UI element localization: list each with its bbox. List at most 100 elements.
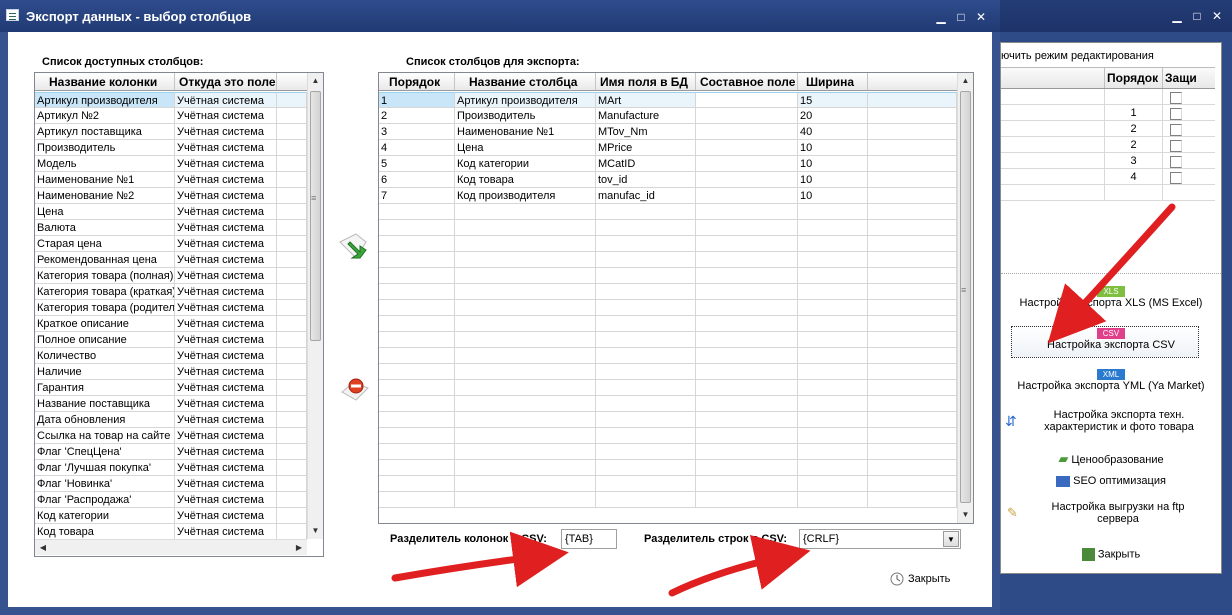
cell-composite[interactable] bbox=[696, 140, 798, 156]
close-icon[interactable]: ✕ bbox=[1210, 10, 1224, 22]
scroll-right-icon[interactable]: ▶ bbox=[291, 540, 307, 556]
cell-width[interactable] bbox=[798, 252, 868, 268]
cell-width[interactable] bbox=[798, 220, 868, 236]
cell-width[interactable] bbox=[798, 428, 868, 444]
add-column-button[interactable] bbox=[336, 228, 372, 264]
table-row[interactable]: Количество Учётная система bbox=[35, 348, 307, 364]
table-row[interactable]: Гарантия Учётная система bbox=[35, 380, 307, 396]
cell-composite[interactable] bbox=[696, 460, 798, 476]
table-row[interactable] bbox=[379, 220, 957, 236]
table-row[interactable] bbox=[379, 460, 957, 476]
cell-composite[interactable] bbox=[696, 172, 798, 188]
cell-width[interactable]: 20 bbox=[798, 108, 868, 124]
table-row[interactable] bbox=[379, 236, 957, 252]
table-row[interactable] bbox=[379, 396, 957, 412]
cell-width[interactable] bbox=[798, 412, 868, 428]
cell-width[interactable] bbox=[798, 204, 868, 220]
cell-composite[interactable] bbox=[696, 156, 798, 172]
protect-checkbox[interactable] bbox=[1170, 156, 1182, 168]
table-row[interactable]: Ссылка на товар на сайте Учётная система bbox=[35, 428, 307, 444]
table-row[interactable]: Название поставщика Учётная система bbox=[35, 396, 307, 412]
table-row[interactable] bbox=[379, 332, 957, 348]
cell-width[interactable]: 10 bbox=[798, 140, 868, 156]
cell-composite[interactable] bbox=[696, 252, 798, 268]
table-row[interactable]: Полное описание Учётная система bbox=[35, 332, 307, 348]
table-row[interactable]: 7 Код производителя manufac_id 10 bbox=[379, 188, 957, 204]
table-row[interactable]: 1 bbox=[1001, 105, 1215, 121]
minimize-icon[interactable]: ▁ bbox=[934, 11, 948, 23]
column-header-width[interactable]: Ширина bbox=[798, 73, 868, 90]
cell-width[interactable] bbox=[798, 396, 868, 412]
cell-composite[interactable] bbox=[696, 220, 798, 236]
grid-header-protect[interactable]: Защи bbox=[1163, 68, 1197, 88]
column-separator-input[interactable]: {TAB} bbox=[561, 529, 617, 549]
table-row[interactable] bbox=[379, 252, 957, 268]
cell-width[interactable] bbox=[798, 268, 868, 284]
cell-width[interactable] bbox=[798, 348, 868, 364]
close-icon[interactable]: ✕ bbox=[974, 11, 988, 23]
protect-checkbox[interactable] bbox=[1170, 124, 1182, 136]
cell-composite[interactable] bbox=[696, 396, 798, 412]
table-row[interactable]: 1 Артикул производителя MArt 15 bbox=[379, 92, 957, 108]
scroll-left-icon[interactable]: ◀ bbox=[35, 540, 51, 556]
pricing-item[interactable]: ▰ Ценообразование bbox=[1001, 451, 1221, 467]
chevron-down-icon[interactable]: ▼ bbox=[943, 531, 959, 547]
scroll-thumb[interactable] bbox=[310, 91, 321, 341]
cell-width[interactable] bbox=[798, 316, 868, 332]
cell-width[interactable] bbox=[798, 444, 868, 460]
table-row[interactable]: Артикул №2 Учётная система bbox=[35, 108, 307, 124]
table-row[interactable] bbox=[379, 300, 957, 316]
table-row[interactable]: 4 Цена MPrice 10 bbox=[379, 140, 957, 156]
cell-composite[interactable] bbox=[696, 444, 798, 460]
table-row[interactable] bbox=[379, 204, 957, 220]
bg-close-item[interactable]: Закрыть bbox=[1001, 548, 1221, 561]
table-row[interactable]: Наличие Учётная система bbox=[35, 364, 307, 380]
table-row[interactable]: 2 bbox=[1001, 137, 1215, 153]
cell-width[interactable]: 15 bbox=[798, 92, 868, 108]
cell-composite[interactable] bbox=[696, 300, 798, 316]
table-row[interactable] bbox=[379, 492, 957, 508]
cell-width[interactable] bbox=[798, 460, 868, 476]
table-row[interactable]: 3 Наименование №1 MTov_Nm 40 bbox=[379, 124, 957, 140]
table-row[interactable]: 6 Код товара tov_id 10 bbox=[379, 172, 957, 188]
cell-composite[interactable] bbox=[696, 412, 798, 428]
table-row[interactable]: Цена Учётная система bbox=[35, 204, 307, 220]
scroll-up-icon[interactable]: ▲ bbox=[308, 73, 323, 89]
scroll-down-icon[interactable]: ▼ bbox=[958, 507, 973, 523]
scroll-thumb[interactable] bbox=[960, 91, 971, 503]
column-header-title[interactable]: Название столбца bbox=[455, 73, 596, 90]
ftp-item[interactable]: ✎ Настройка выгрузки на ftp сервера bbox=[1001, 501, 1221, 525]
cell-width[interactable] bbox=[798, 236, 868, 252]
column-header-source[interactable]: Откуда это поле bbox=[175, 73, 277, 90]
table-row[interactable]: Валюта Учётная система bbox=[35, 220, 307, 236]
table-row[interactable]: 4 bbox=[1001, 169, 1215, 185]
table-row[interactable]: Модель Учётная система bbox=[35, 156, 307, 172]
table-row[interactable] bbox=[379, 284, 957, 300]
table-row[interactable] bbox=[379, 428, 957, 444]
table-row[interactable]: Наименование №2 Учётная система bbox=[35, 188, 307, 204]
available-vertical-scrollbar[interactable]: ▲ ≡ ▼ bbox=[307, 73, 323, 539]
export-columns-grid[interactable]: Порядок Название столбца Имя поля в БД С… bbox=[378, 72, 974, 524]
cell-width[interactable] bbox=[798, 332, 868, 348]
table-row[interactable]: 2 Производитель Manufacture 20 bbox=[379, 108, 957, 124]
table-row[interactable] bbox=[379, 412, 957, 428]
cell-composite[interactable] bbox=[696, 236, 798, 252]
table-row[interactable]: 2 bbox=[1001, 121, 1215, 137]
cell-width[interactable]: 10 bbox=[798, 172, 868, 188]
table-row[interactable]: Код товара Учётная система bbox=[35, 524, 307, 540]
table-row[interactable] bbox=[379, 476, 957, 492]
cell-composite[interactable] bbox=[696, 364, 798, 380]
column-header-db-field[interactable]: Имя поля в БД bbox=[596, 73, 696, 90]
minimize-icon[interactable]: ▁ bbox=[1170, 10, 1184, 22]
protect-checkbox[interactable] bbox=[1170, 140, 1182, 152]
tech-export-item[interactable]: ⇵ Настройка экспорта техн. характеристик… bbox=[1001, 409, 1221, 433]
table-row[interactable]: Наименование №1 Учётная система bbox=[35, 172, 307, 188]
cell-composite[interactable] bbox=[696, 428, 798, 444]
protect-checkbox[interactable] bbox=[1170, 108, 1182, 120]
cell-width[interactable] bbox=[798, 492, 868, 508]
maximize-icon[interactable]: □ bbox=[1190, 10, 1204, 22]
cell-width[interactable] bbox=[798, 476, 868, 492]
table-row[interactable]: Категория товара (краткая) Учётная систем… bbox=[35, 284, 307, 300]
cell-width[interactable]: 40 bbox=[798, 124, 868, 140]
cell-composite[interactable] bbox=[696, 124, 798, 140]
